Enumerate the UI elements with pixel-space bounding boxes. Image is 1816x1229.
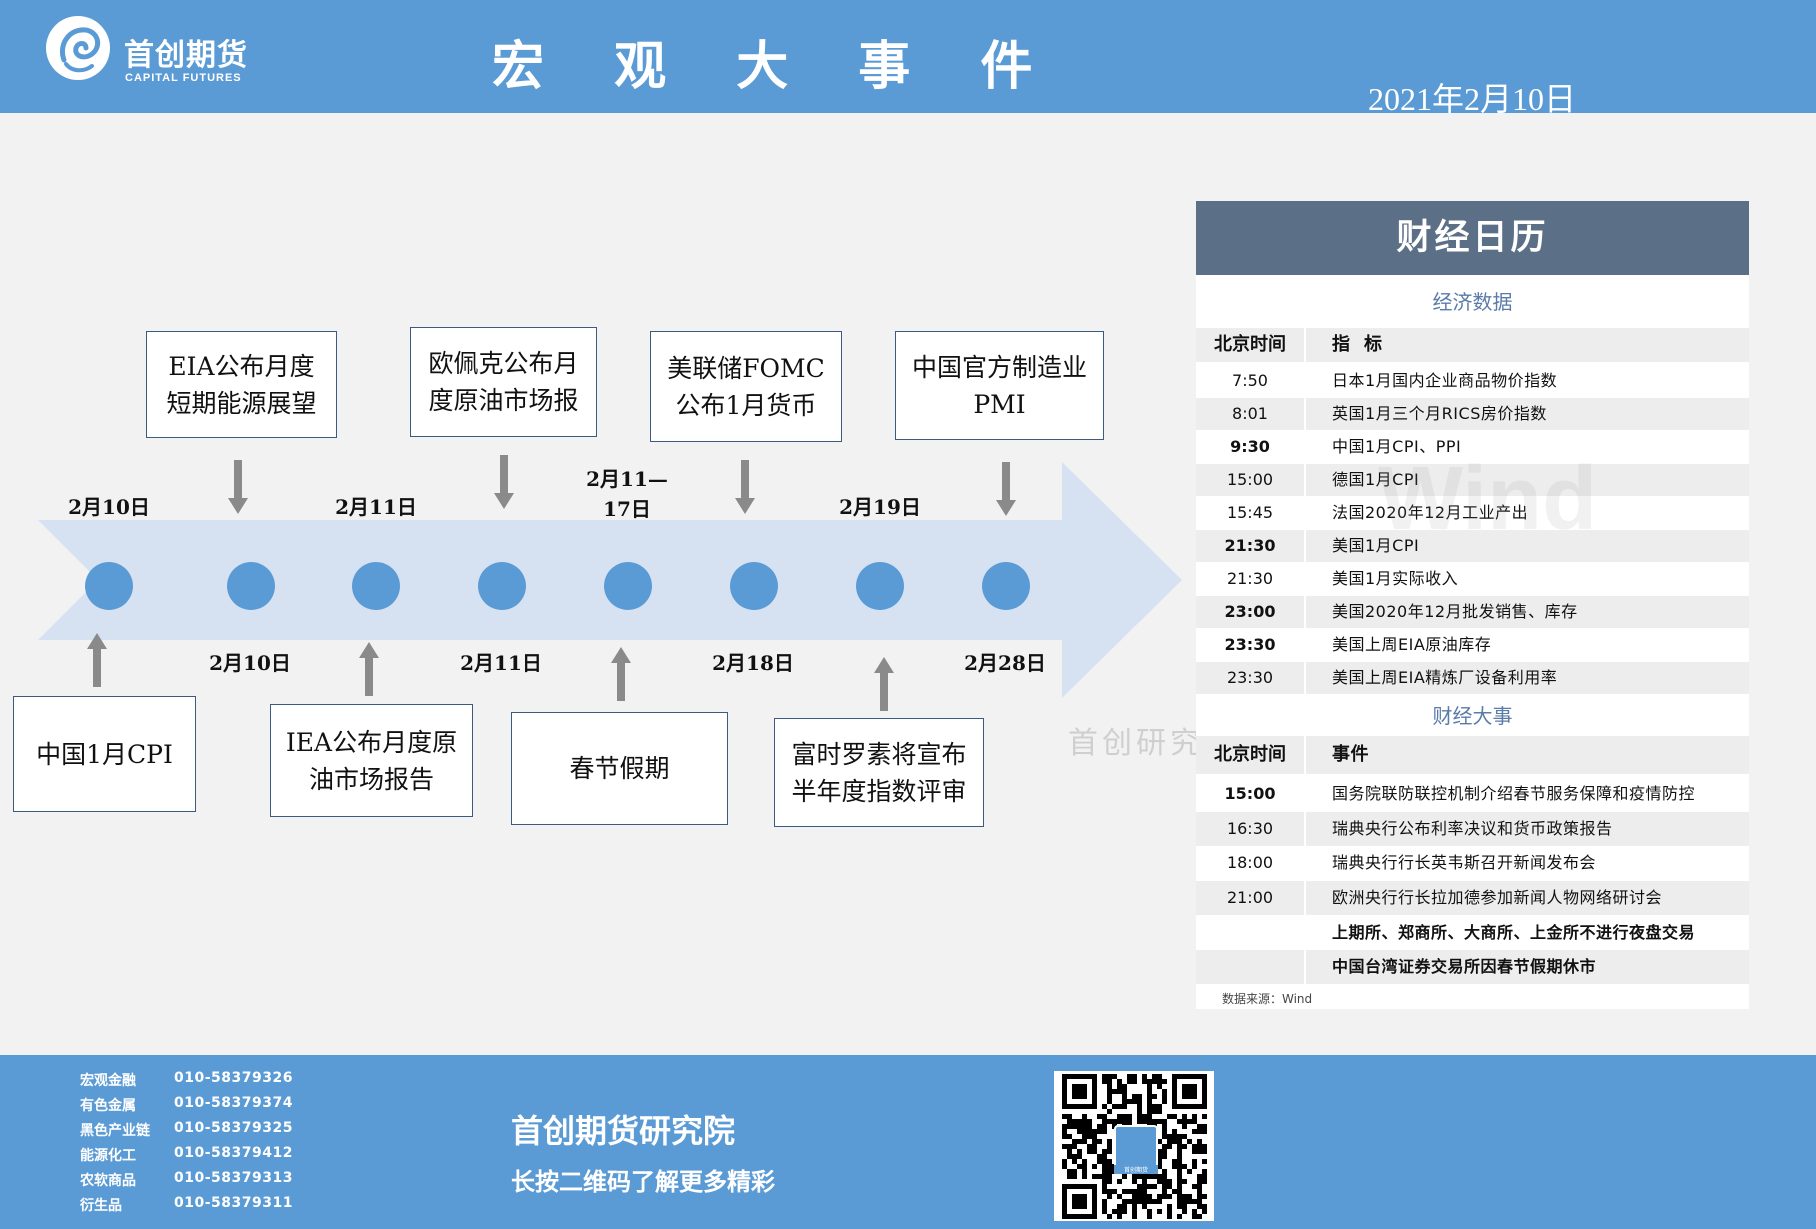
econ-row-time: 15:45 xyxy=(1226,503,1274,522)
col-time-header: 北京时间 xyxy=(1214,334,1286,355)
event-row-time: 15:00 xyxy=(1224,784,1276,803)
econ-header-row: 北京时间 指 标 xyxy=(1196,328,1749,362)
contact-phone: 010-58379311 xyxy=(174,1195,293,1211)
qr-logo-icon xyxy=(1114,1125,1158,1169)
econ-row: 21:30 美国1月实际收入 xyxy=(1196,563,1749,595)
econ-row-item: 日本1月国内企业商品物价指数 xyxy=(1332,371,1558,390)
down-arrow-icon xyxy=(996,462,1016,516)
econ-row-item: 美国上周EIA精炼厂设备利用率 xyxy=(1332,668,1558,687)
event-section-title: 财经大事 xyxy=(1432,704,1513,728)
econ-row-time: 23:30 xyxy=(1224,635,1276,654)
up-arrow-icon xyxy=(874,657,894,711)
econ-row: 7:50 日本1月国内企业商品物价指数 xyxy=(1196,365,1749,397)
econ-row-time: 8:01 xyxy=(1232,404,1268,423)
logo-text-en: CAPITAL FUTURES xyxy=(125,72,242,84)
contact-phone: 010-58379325 xyxy=(174,1120,293,1136)
contact-phone: 010-58379412 xyxy=(174,1145,293,1161)
event-row-item: 欧洲央行行长拉加德参加新闻人物网络研讨会 xyxy=(1332,888,1663,907)
event-row: 18:00 瑞典央行行长英韦斯召开新闻发布会 xyxy=(1196,846,1749,880)
event-box-opec: 欧佩克公布月 度原油市场报 xyxy=(410,327,597,437)
col-event-header: 事件 xyxy=(1332,744,1369,765)
qr-code[interactable]: 首创期货 xyxy=(1054,1071,1214,1221)
econ-row: 23:30 美国上周EIA精炼厂设备利用率 xyxy=(1196,662,1749,694)
top-date-label: 2月10日 xyxy=(68,495,150,519)
event-row-time: 21:00 xyxy=(1226,888,1274,907)
col-item-header: 指 标 xyxy=(1332,334,1383,355)
event-row-item: 瑞典央行行长英韦斯召开新闻发布会 xyxy=(1332,853,1597,872)
contact-dept: 黑色产业链 xyxy=(80,1123,150,1139)
bottom-date-label: 2月11日 xyxy=(460,651,542,675)
contact-dept: 农软商品 xyxy=(80,1173,136,1189)
econ-row-item: 美国1月实际收入 xyxy=(1332,569,1459,588)
econ-row: 23:00 美国2020年12月批发销售、库存 xyxy=(1196,596,1749,628)
contact-dept: 衍生品 xyxy=(80,1198,122,1214)
event-row-item: 中国台湾证券交易所因春节假期休市 xyxy=(1332,957,1597,976)
top-date-label: 2月11日 xyxy=(335,495,417,519)
econ-row-item: 美国上周EIA原油库存 xyxy=(1332,635,1492,654)
econ-row-item: 美国2020年12月批发销售、库存 xyxy=(1332,602,1578,621)
contact-dept: 有色金属 xyxy=(80,1098,136,1114)
up-arrow-icon xyxy=(87,633,107,687)
event-row-time: 18:00 xyxy=(1226,853,1274,872)
page-title: 宏 观 大 事 件 xyxy=(492,36,1059,97)
econ-row: 23:30 美国上周EIA原油库存 xyxy=(1196,629,1749,661)
top-date-label: 2月11— 17日 xyxy=(586,467,668,521)
contact-phone: 010-58379374 xyxy=(174,1095,293,1111)
logo-text-cn: 首创期货 xyxy=(124,38,248,73)
econ-row-time: 7:50 xyxy=(1232,371,1268,390)
econ-section-title: 经济数据 xyxy=(1432,290,1513,314)
col-time-header: 北京时间 xyxy=(1214,744,1286,765)
wind-watermark: Wind xyxy=(1378,449,1598,549)
contact-dept: 能源化工 xyxy=(80,1148,136,1164)
event-row-time: 16:30 xyxy=(1226,819,1274,838)
contact-phone: 010-58379313 xyxy=(174,1170,293,1186)
econ-row-time: 15:00 xyxy=(1226,470,1274,489)
event-row: 中国台湾证券交易所因春节假期休市 xyxy=(1196,950,1749,984)
top-date-label: 2月19日 xyxy=(839,495,921,519)
event-header-row: 北京时间 事件 xyxy=(1196,736,1749,774)
event-box-spring-festival: 春节假期 xyxy=(511,712,728,825)
econ-row: 8:01 英国1月三个月RICS房价指数 xyxy=(1196,398,1749,430)
event-row: 16:30 瑞典央行公布利率决议和货币政策报告 xyxy=(1196,812,1749,846)
up-arrow-icon xyxy=(359,642,379,696)
event-box-fomc: 美联储FOMC 公布1月货币 xyxy=(650,331,842,442)
econ-row-item: 英国1月三个月RICS房价指数 xyxy=(1332,404,1547,423)
econ-row-time: 21:30 xyxy=(1226,569,1274,588)
contact-phone: 010-58379326 xyxy=(174,1070,293,1086)
down-arrow-icon xyxy=(735,460,755,514)
econ-row-time: 9:30 xyxy=(1230,437,1270,456)
down-arrow-icon xyxy=(494,455,514,509)
event-row-item: 国务院联防联控机制介绍春节服务保障和疫情防控 xyxy=(1332,784,1696,803)
econ-row-time: 23:30 xyxy=(1226,668,1274,687)
event-row-item: 上期所、郑商所、大商所、上金所不进行夜盘交易 xyxy=(1332,923,1696,942)
capital-futures-logo-icon xyxy=(46,16,110,80)
event-box-ftse: 富时罗素将宣布 半年度指数评审 xyxy=(774,718,984,827)
side-watermark: 首创研究 xyxy=(1068,726,1204,761)
data-source-note: 数据来源：Wind xyxy=(1222,992,1313,1006)
qr-logo-label: 首创期货 xyxy=(1114,1165,1158,1174)
bottom-date-label: 2月18日 xyxy=(712,651,794,675)
event-row: 21:00 欧洲央行行长拉加德参加新闻人物网络研讨会 xyxy=(1196,881,1749,915)
bottom-date-label: 2月28日 xyxy=(964,651,1046,675)
event-row-item: 瑞典央行公布利率决议和货币政策报告 xyxy=(1332,819,1613,838)
bottom-date-label: 2月10日 xyxy=(209,651,291,675)
footer-subtitle: 长按二维码了解更多精彩 xyxy=(511,1168,775,1196)
event-box-pmi: 中国官方制造业 PMI xyxy=(895,331,1104,440)
up-arrow-icon xyxy=(611,647,631,701)
event-box-cpi: 中国1月CPI xyxy=(13,696,196,812)
econ-row-time: 23:00 xyxy=(1224,602,1276,621)
footer-title: 首创期货研究院 xyxy=(511,1112,736,1150)
event-box-iea: IEA公布月度原 油市场报告 xyxy=(270,704,473,817)
contact-dept: 宏观金融 xyxy=(80,1073,136,1089)
event-box-eia: EIA公布月度 短期能源展望 xyxy=(146,331,337,438)
econ-row-time: 21:30 xyxy=(1224,536,1276,555)
event-row: 上期所、郑商所、大商所、上金所不进行夜盘交易 xyxy=(1196,916,1749,950)
calendar-title: 财经日历 xyxy=(1196,201,1749,275)
event-row: 15:00 国务院联防联控机制介绍春节服务保障和疫情防控 xyxy=(1196,777,1749,811)
report-date: 2021年2月10日 xyxy=(1368,81,1577,117)
down-arrow-icon xyxy=(228,460,248,514)
